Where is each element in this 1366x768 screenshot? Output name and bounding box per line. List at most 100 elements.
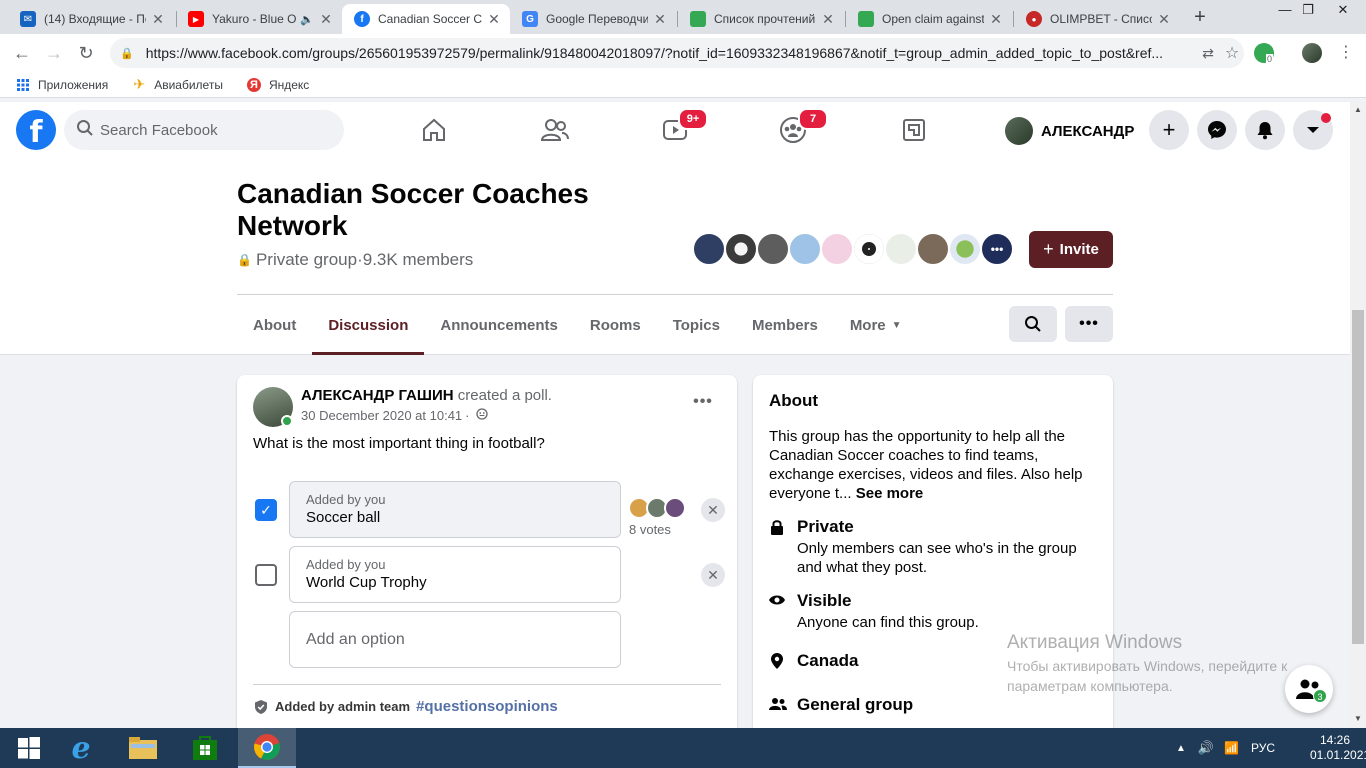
- tab-members[interactable]: Members: [736, 295, 834, 355]
- browser-tab-strip: ✉ (14) Входящие - Почта ✕ ▶ Yakuro - Blu…: [0, 0, 1366, 34]
- group-more-button[interactable]: •••: [1065, 306, 1113, 342]
- close-icon[interactable]: ✕: [988, 11, 1004, 28]
- kebab-menu-icon[interactable]: ⋮: [1334, 41, 1358, 65]
- post-author[interactable]: АЛЕКСАНДР ГАШИН: [301, 387, 454, 404]
- browser-tab-active[interactable]: f Canadian Soccer Coaches ✕: [342, 4, 510, 34]
- messenger-button[interactable]: [1197, 110, 1237, 150]
- browser-tab[interactable]: ▶ Yakuro - Blue Ocean 🔈 ✕: [176, 4, 342, 34]
- translate-icon[interactable]: ⇄: [1196, 45, 1220, 62]
- tab-rooms[interactable]: Rooms: [574, 295, 657, 355]
- remove-option-button[interactable]: ✕: [701, 498, 725, 522]
- avatar[interactable]: [756, 232, 790, 266]
- divider: [253, 684, 721, 685]
- file-explorer-button[interactable]: [114, 728, 172, 768]
- search-input[interactable]: [100, 121, 320, 139]
- avatar[interactable]: [820, 232, 854, 266]
- tab-announcements[interactable]: Announcements: [424, 295, 574, 355]
- close-icon[interactable]: ✕: [318, 11, 334, 28]
- group-title[interactable]: Canadian Soccer Coaches Network: [237, 178, 637, 242]
- store-button[interactable]: [176, 728, 234, 768]
- show-hidden-icons-icon[interactable]: ▲: [1176, 743, 1186, 754]
- bookmark-yandex[interactable]: Я Яндекс: [246, 77, 309, 92]
- bookmark-apps[interactable]: Приложения: [16, 78, 108, 92]
- more-members-icon[interactable]: •••: [980, 232, 1014, 266]
- tab-about[interactable]: About: [237, 295, 312, 355]
- close-icon[interactable]: ✕: [1156, 11, 1172, 28]
- tab-more[interactable]: More ▼: [834, 295, 918, 355]
- avatar[interactable]: [852, 232, 886, 266]
- avatar[interactable]: [788, 232, 822, 266]
- start-button[interactable]: [0, 728, 58, 768]
- avatar[interactable]: [948, 232, 982, 266]
- close-icon[interactable]: ✕: [150, 11, 166, 28]
- url-text[interactable]: https://www.facebook.com/groups/26560195…: [146, 45, 1196, 61]
- close-icon[interactable]: ✕: [652, 11, 668, 28]
- group-search-button[interactable]: [1009, 306, 1057, 342]
- invite-button[interactable]: + Invite: [1029, 231, 1113, 268]
- internet-explorer-button[interactable]: e: [52, 728, 110, 768]
- notifications-button[interactable]: [1245, 110, 1285, 150]
- avatar[interactable]: [724, 232, 758, 266]
- chrome-button[interactable]: [238, 728, 296, 768]
- avatar[interactable]: [916, 232, 950, 266]
- new-tab-button[interactable]: +: [1188, 5, 1212, 29]
- messenger-icon: [1208, 121, 1226, 139]
- window-close-button[interactable]: ✕: [1320, 0, 1366, 20]
- profile-avatar[interactable]: [1302, 43, 1322, 63]
- close-icon[interactable]: ✕: [820, 11, 836, 28]
- search-box[interactable]: [64, 110, 344, 150]
- forward-button[interactable]: →: [42, 41, 66, 65]
- hashtag-link[interactable]: #questionsopinions: [416, 698, 558, 715]
- browser-tab[interactable]: Список прочтений ✕: [678, 4, 844, 34]
- gaming-icon[interactable]: [894, 110, 934, 150]
- language-indicator[interactable]: РУС: [1251, 741, 1275, 755]
- speaker-icon[interactable]: 🔈: [300, 13, 314, 26]
- about-item-private: Private Only members can see who's in th…: [769, 517, 1087, 577]
- folder-icon: [129, 737, 157, 759]
- avatar[interactable]: [884, 232, 918, 266]
- browser-tab[interactable]: ✉ (14) Входящие - Почта ✕: [8, 4, 174, 34]
- create-button[interactable]: +: [1149, 110, 1189, 150]
- mail-icon: ✉: [20, 11, 36, 27]
- vote-count[interactable]: 8 votes: [629, 522, 671, 537]
- network-icon[interactable]: 📶: [1224, 741, 1239, 755]
- browser-tab[interactable]: Open claim against ✕: [846, 4, 1012, 34]
- new-group-chat-button[interactable]: 3: [1285, 665, 1333, 713]
- browser-tab[interactable]: ● OLIMPBET - Список ✕: [1014, 4, 1180, 34]
- poll-checkbox[interactable]: [255, 564, 277, 586]
- poll-option[interactable]: Added by you Soccer ball: [289, 481, 621, 538]
- poll-option[interactable]: Added by you World Cup Trophy: [289, 546, 621, 603]
- tab-discussion[interactable]: Discussion: [312, 295, 425, 355]
- poll-checkbox-checked[interactable]: ✓: [255, 499, 277, 521]
- add-option-input[interactable]: Add an option: [289, 611, 621, 668]
- omnibox[interactable]: 🔒 https://www.facebook.com/groups/265601…: [110, 38, 1244, 68]
- star-icon[interactable]: ☆: [1220, 43, 1244, 63]
- see-more-link[interactable]: See more: [856, 485, 924, 502]
- facebook-header: f 9+ 7 АЛЕКСАНДР +: [0, 102, 1350, 158]
- avatar[interactable]: [664, 497, 686, 519]
- volume-icon[interactable]: 🔊: [1198, 740, 1214, 756]
- scroll-up-arrow[interactable]: ▲: [1350, 103, 1366, 117]
- voter-avatars[interactable]: [628, 497, 686, 519]
- scrollbar-thumb[interactable]: [1352, 310, 1364, 644]
- tab-topics[interactable]: Topics: [657, 295, 736, 355]
- member-count[interactable]: 9.3K members: [363, 250, 474, 270]
- bookmark-flights[interactable]: ✈ Авиабилеты: [132, 76, 223, 92]
- facebook-logo[interactable]: f: [16, 110, 56, 150]
- location-link[interactable]: Canada: [797, 651, 858, 671]
- lock-icon: [769, 519, 785, 577]
- member-avatars[interactable]: •••: [692, 232, 1014, 266]
- back-button[interactable]: ←: [10, 41, 34, 65]
- avatar[interactable]: [692, 232, 726, 266]
- post-options-icon[interactable]: •••: [689, 393, 717, 417]
- close-icon[interactable]: ✕: [486, 11, 502, 28]
- audience-icon[interactable]: [475, 408, 488, 423]
- profile-chip[interactable]: АЛЕКСАНДР: [1005, 116, 1134, 146]
- browser-tab[interactable]: G Google Переводчик ✕: [510, 4, 676, 34]
- reload-button[interactable]: ↻: [74, 41, 98, 65]
- scroll-down-arrow[interactable]: ▼: [1350, 712, 1366, 726]
- remove-option-button[interactable]: ✕: [701, 563, 725, 587]
- home-icon[interactable]: [414, 110, 454, 150]
- clock[interactable]: 14:26 01.01.2021: [1310, 733, 1366, 763]
- friends-icon[interactable]: [535, 110, 575, 150]
